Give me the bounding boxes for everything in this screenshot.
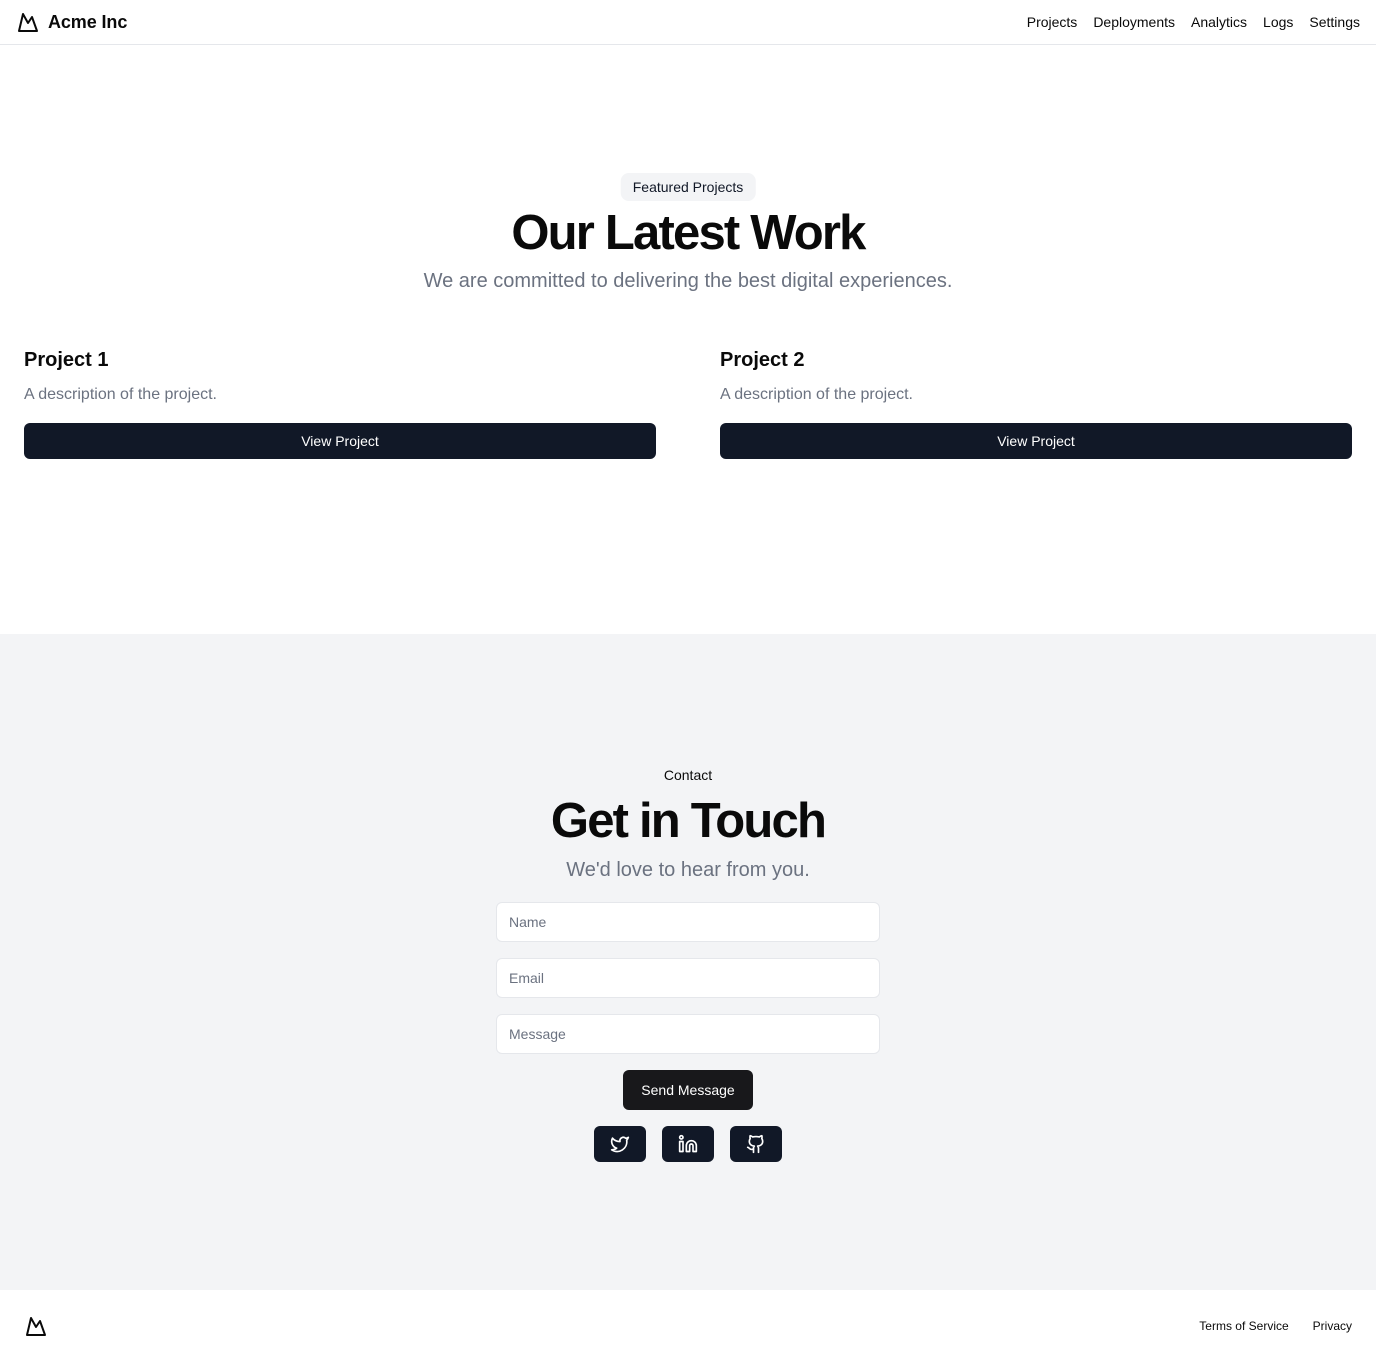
- brand-name: Acme Inc: [48, 11, 128, 32]
- mountain-icon: [18, 13, 38, 32]
- main-nav: Projects Deployments Analytics Logs Sett…: [1027, 14, 1360, 30]
- project-title: Project 1: [24, 349, 109, 371]
- nav-link-settings[interactable]: Settings: [1309, 14, 1360, 30]
- send-message-button[interactable]: Send Message: [623, 1070, 753, 1110]
- contact-section: Contact Get in Touch We'd love to hear f…: [0, 634, 1376, 1290]
- footer: Terms of Service Privacy: [0, 1290, 1376, 1362]
- footer-nav: Terms of Service Privacy: [1199, 1319, 1352, 1333]
- nav-link-projects[interactable]: Projects: [1027, 14, 1078, 30]
- projects-subtitle: We are committed to delivering the best …: [423, 270, 953, 292]
- projects-title: Our Latest Work: [511, 206, 866, 260]
- linkedin-icon: [678, 1134, 698, 1153]
- contact-label: Contact: [663, 767, 713, 783]
- github-icon: [746, 1134, 764, 1154]
- top-navbar: Acme Inc Projects Deployments Analytics …: [0, 0, 1376, 45]
- view-project-button[interactable]: View Project: [24, 423, 656, 459]
- email-input[interactable]: [496, 958, 880, 998]
- section-badge: Featured Projects: [620, 173, 756, 201]
- nav-link-analytics[interactable]: Analytics: [1191, 14, 1247, 30]
- nav-link-logs[interactable]: Logs: [1263, 14, 1293, 30]
- projects-section: Featured Projects Our Latest Work We are…: [0, 45, 1376, 634]
- twitter-button[interactable]: [594, 1126, 646, 1162]
- mountain-icon[interactable]: [24, 1314, 48, 1338]
- project-description: A description of the project.: [720, 386, 913, 403]
- privacy-link[interactable]: Privacy: [1313, 1319, 1352, 1333]
- contact-title: Get in Touch: [550, 794, 827, 848]
- contact-subtitle: We'd love to hear from you.: [566, 859, 810, 881]
- project-card: Project 2 A description of the project. …: [720, 347, 1352, 459]
- message-input[interactable]: [496, 1014, 880, 1054]
- brand[interactable]: Acme Inc: [16, 10, 127, 34]
- github-button[interactable]: [730, 1126, 782, 1162]
- linkedin-button[interactable]: [662, 1126, 714, 1162]
- name-input[interactable]: [496, 902, 880, 942]
- twitter-icon: [610, 1136, 630, 1153]
- project-card: Project 1 A description of the project. …: [24, 347, 656, 459]
- nav-link-deployments[interactable]: Deployments: [1093, 14, 1175, 30]
- view-project-button[interactable]: View Project: [720, 423, 1352, 459]
- project-title: Project 2: [720, 349, 805, 371]
- project-description: A description of the project.: [24, 386, 217, 403]
- terms-link[interactable]: Terms of Service: [1199, 1319, 1288, 1333]
